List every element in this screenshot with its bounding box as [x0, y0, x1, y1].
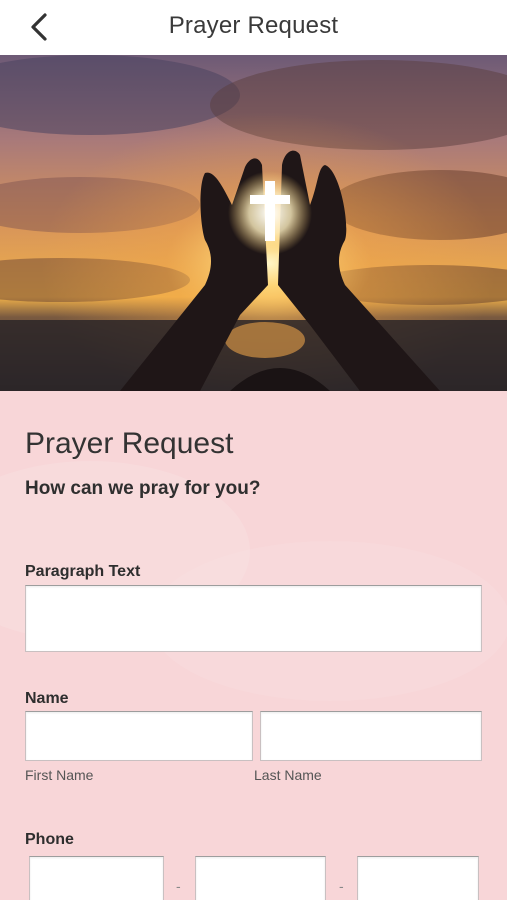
form-title: Prayer Request: [25, 427, 234, 460]
phone-separator: -: [176, 878, 181, 894]
first-name-input[interactable]: [25, 711, 253, 761]
phone-area-code-input[interactable]: [29, 856, 164, 900]
prayer-request-form: Prayer Request How can we pray for you? …: [0, 391, 507, 900]
phone-label: Phone: [25, 831, 74, 848]
last-name-label: Last Name: [254, 767, 322, 783]
first-name-label: First Name: [25, 767, 94, 783]
name-label: Name: [25, 690, 69, 707]
hero-image: [0, 55, 507, 391]
form-subtitle: How can we pray for you?: [25, 478, 261, 499]
paragraph-text-input[interactable]: [25, 585, 482, 652]
page-title: Prayer Request: [168, 12, 339, 39]
top-bar: Prayer Request: [0, 0, 507, 55]
phone-prefix-input[interactable]: [195, 856, 326, 900]
phone-line-number-input[interactable]: [357, 856, 479, 900]
paragraph-text-label: Paragraph Text: [25, 563, 141, 580]
last-name-input[interactable]: [260, 711, 482, 761]
phone-separator: -: [339, 878, 344, 894]
